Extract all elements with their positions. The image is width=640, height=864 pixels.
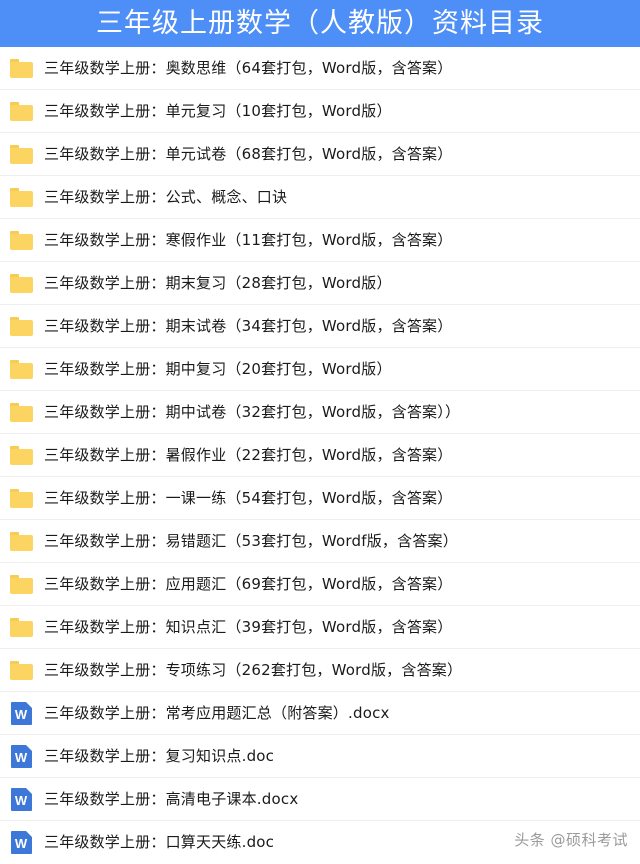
file-row-label: 三年级数学上册：应用题汇（69套打包，Word版，含答案） — [44, 574, 453, 593]
file-row-label: 三年级数学上册：单元试卷（68套打包，Word版，含答案） — [44, 144, 453, 163]
word-icon: W — [9, 744, 33, 768]
file-row-label: 三年级数学上册：高清电子课本.docx — [44, 789, 299, 808]
file-row[interactable]: 三年级数学上册：单元试卷（68套打包，Word版，含答案） — [0, 133, 640, 176]
file-row-label: 三年级数学上册：单元复习（10套打包，Word版） — [44, 101, 392, 120]
word-icon: W — [9, 787, 33, 811]
word-icon-letter: W — [14, 749, 28, 765]
file-row[interactable]: 三年级数学上册：知识点汇（39套打包，Word版，含答案） — [0, 606, 640, 649]
folder-icon — [9, 314, 33, 338]
file-row[interactable]: W 三年级数学上册：口算天天练.doc — [0, 821, 640, 864]
file-row[interactable]: 三年级数学上册：期末复习（28套打包，Word版） — [0, 262, 640, 305]
file-row[interactable]: 三年级数学上册：期中复习（20套打包，Word版） — [0, 348, 640, 391]
folder-icon — [9, 400, 33, 424]
word-icon-letter: W — [14, 706, 28, 722]
file-row-label: 三年级数学上册：奥数思维（64套打包，Word版，含答案） — [44, 58, 453, 77]
page-header-banner: 三年级上册数学（人教版）资料目录 — [0, 0, 640, 47]
file-row[interactable]: 三年级数学上册：单元复习（10套打包，Word版） — [0, 90, 640, 133]
file-row-label: 三年级数学上册：专项练习（262套打包，Word版，含答案） — [44, 660, 463, 679]
file-row[interactable]: 三年级数学上册：寒假作业（11套打包，Word版，含答案） — [0, 219, 640, 262]
word-icon-letter: W — [14, 836, 28, 851]
word-icon-letter: W — [14, 792, 28, 808]
file-row-label: 三年级数学上册：一课一练（54套打包，Word版，含答案） — [44, 488, 453, 507]
file-row-label: 三年级数学上册：期中复习（20套打包，Word版） — [44, 359, 392, 378]
word-icon: W — [9, 701, 33, 725]
folder-icon — [9, 228, 33, 252]
file-row-label: 三年级数学上册：公式、概念、口诀 — [44, 187, 288, 206]
file-directory-page: 三年级上册数学（人教版）资料目录 三年级数学上册：奥数思维（64套打包，Word… — [0, 0, 640, 864]
file-row[interactable]: W 三年级数学上册：复习知识点.doc — [0, 735, 640, 778]
file-row-label: 三年级数学上册：易错题汇（53套打包，Wordf版，含答案） — [44, 531, 458, 550]
folder-icon — [9, 185, 33, 209]
file-row[interactable]: 三年级数学上册：期中试卷（32套打包，Word版，含答案）） — [0, 391, 640, 434]
folder-icon — [9, 142, 33, 166]
file-row[interactable]: 三年级数学上册：暑假作业（22套打包，Word版，含答案） — [0, 434, 640, 477]
folder-icon — [9, 658, 33, 682]
file-row-label: 三年级数学上册：期末试卷（34套打包，Word版，含答案） — [44, 316, 453, 335]
folder-icon — [9, 615, 33, 639]
file-row[interactable]: 三年级数学上册：易错题汇（53套打包，Wordf版，含答案） — [0, 520, 640, 563]
file-row-label: 三年级数学上册：常考应用题汇总（附答案）.docx — [44, 703, 390, 722]
file-row-label: 三年级数学上册：期中试卷（32套打包，Word版，含答案）） — [44, 402, 461, 421]
word-icon: W — [9, 831, 33, 855]
file-list: 三年级数学上册：奥数思维（64套打包，Word版，含答案） 三年级数学上册：单元复… — [0, 47, 640, 864]
file-row[interactable]: 三年级数学上册：应用题汇（69套打包，Word版，含答案） — [0, 563, 640, 606]
folder-icon — [9, 443, 33, 467]
folder-icon — [9, 56, 33, 80]
file-row[interactable]: 三年级数学上册：专项练习（262套打包，Word版，含答案） — [0, 649, 640, 692]
file-row-label: 三年级数学上册：复习知识点.doc — [44, 746, 275, 765]
file-row[interactable]: W 三年级数学上册：常考应用题汇总（附答案）.docx — [0, 692, 640, 735]
folder-icon — [9, 271, 33, 295]
folder-icon — [9, 357, 33, 381]
folder-icon — [9, 99, 33, 123]
folder-icon — [9, 572, 33, 596]
file-row-label: 三年级数学上册：暑假作业（22套打包，Word版，含答案） — [44, 445, 453, 464]
file-row[interactable]: 三年级数学上册：一课一练（54套打包，Word版，含答案） — [0, 477, 640, 520]
file-row-label: 三年级数学上册：寒假作业（11套打包，Word版，含答案） — [44, 230, 453, 249]
folder-icon — [9, 486, 33, 510]
file-row-label: 三年级数学上册：期末复习（28套打包，Word版） — [44, 273, 392, 292]
file-row[interactable]: 三年级数学上册：公式、概念、口诀 — [0, 176, 640, 219]
file-row-label: 三年级数学上册：口算天天练.doc — [44, 833, 275, 851]
file-row[interactable]: 三年级数学上册：期末试卷（34套打包，Word版，含答案） — [0, 305, 640, 348]
file-row[interactable]: 三年级数学上册：奥数思维（64套打包，Word版，含答案） — [0, 47, 640, 90]
page-title: 三年级上册数学（人教版）资料目录 — [96, 8, 544, 39]
folder-icon — [9, 529, 33, 553]
file-row[interactable]: W 三年级数学上册：高清电子课本.docx — [0, 778, 640, 821]
file-row-label: 三年级数学上册：知识点汇（39套打包，Word版，含答案） — [44, 617, 453, 636]
